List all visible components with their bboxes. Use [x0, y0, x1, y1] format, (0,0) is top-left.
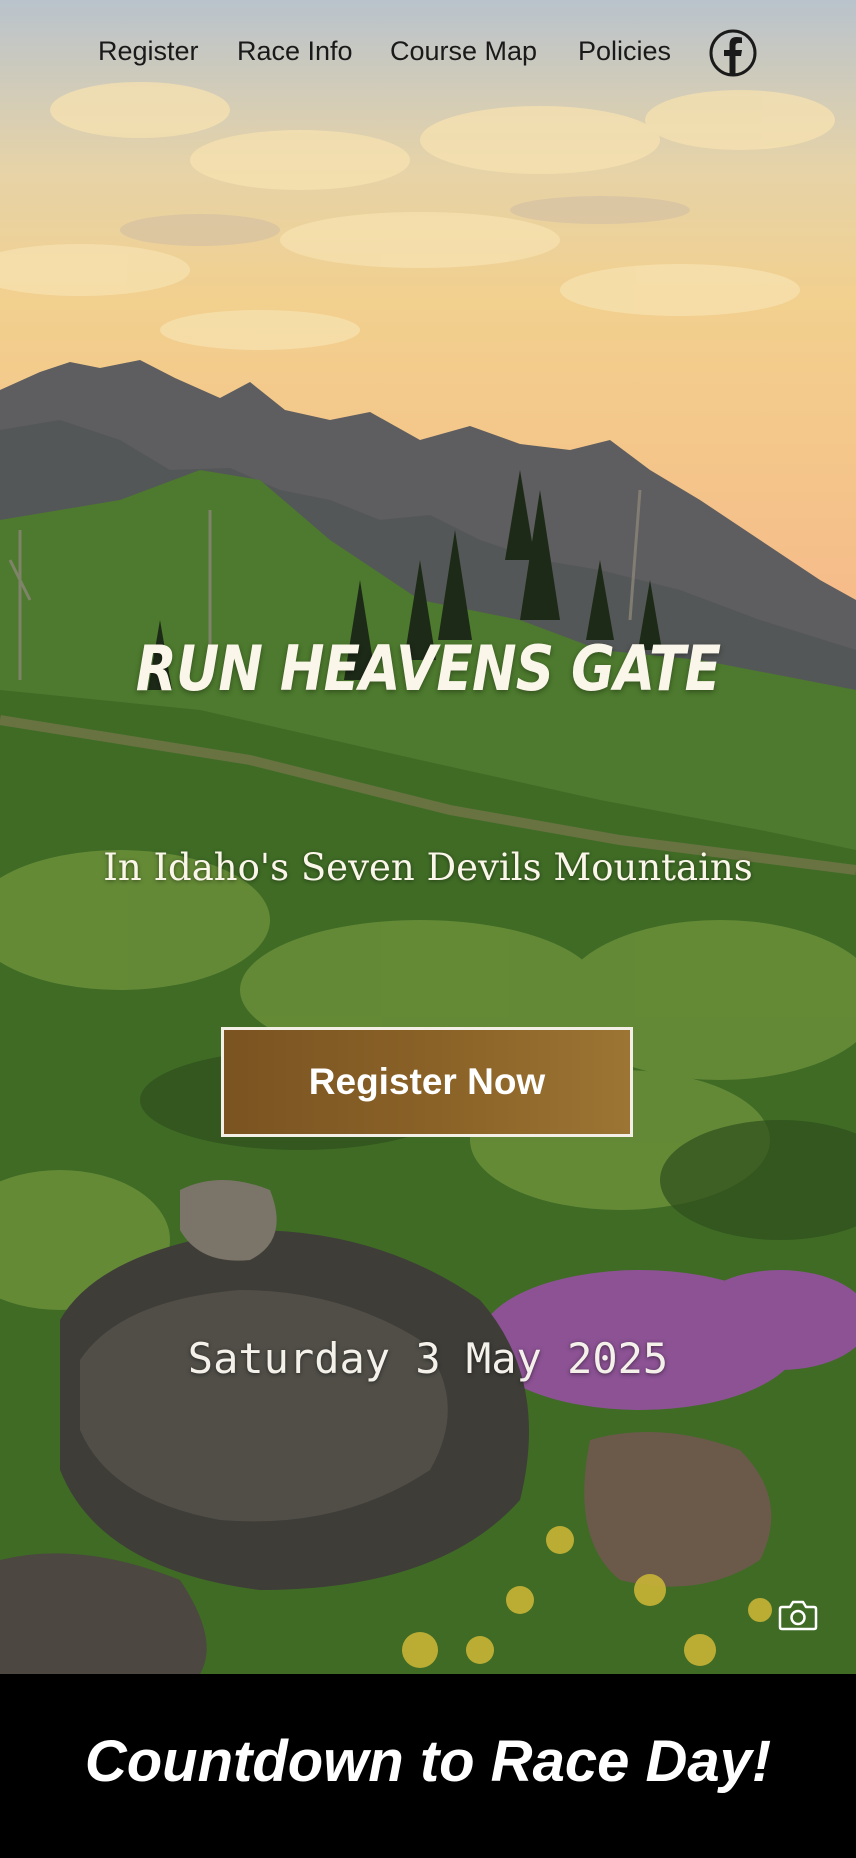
hero-subtitle: In Idaho's Seven Devils Mountains [103, 846, 753, 889]
nav-course-map-link[interactable]: Course Map [390, 36, 537, 67]
nav-policies-link[interactable]: Policies [578, 36, 671, 67]
hero-section: Register Race Info Course Map Policies R… [0, 0, 856, 1674]
nav-register-link[interactable]: Register [98, 36, 199, 67]
nav-race-info-link[interactable]: Race Info [237, 36, 353, 67]
register-now-button[interactable]: Register Now [221, 1027, 633, 1137]
camera-icon[interactable] [778, 1598, 818, 1632]
top-navigation: Register Race Info Course Map Policies [0, 28, 856, 78]
countdown-section: Countdown to Race Day! [0, 1674, 856, 1858]
hero-background-photo [0, 82, 856, 1674]
countdown-heading: Countdown to Race Day! [84, 1729, 772, 1794]
page-title: RUN HEAVENS GATE [135, 632, 721, 705]
race-date: Saturday 3 May 2025 [187, 1334, 669, 1383]
facebook-icon[interactable] [708, 28, 758, 78]
